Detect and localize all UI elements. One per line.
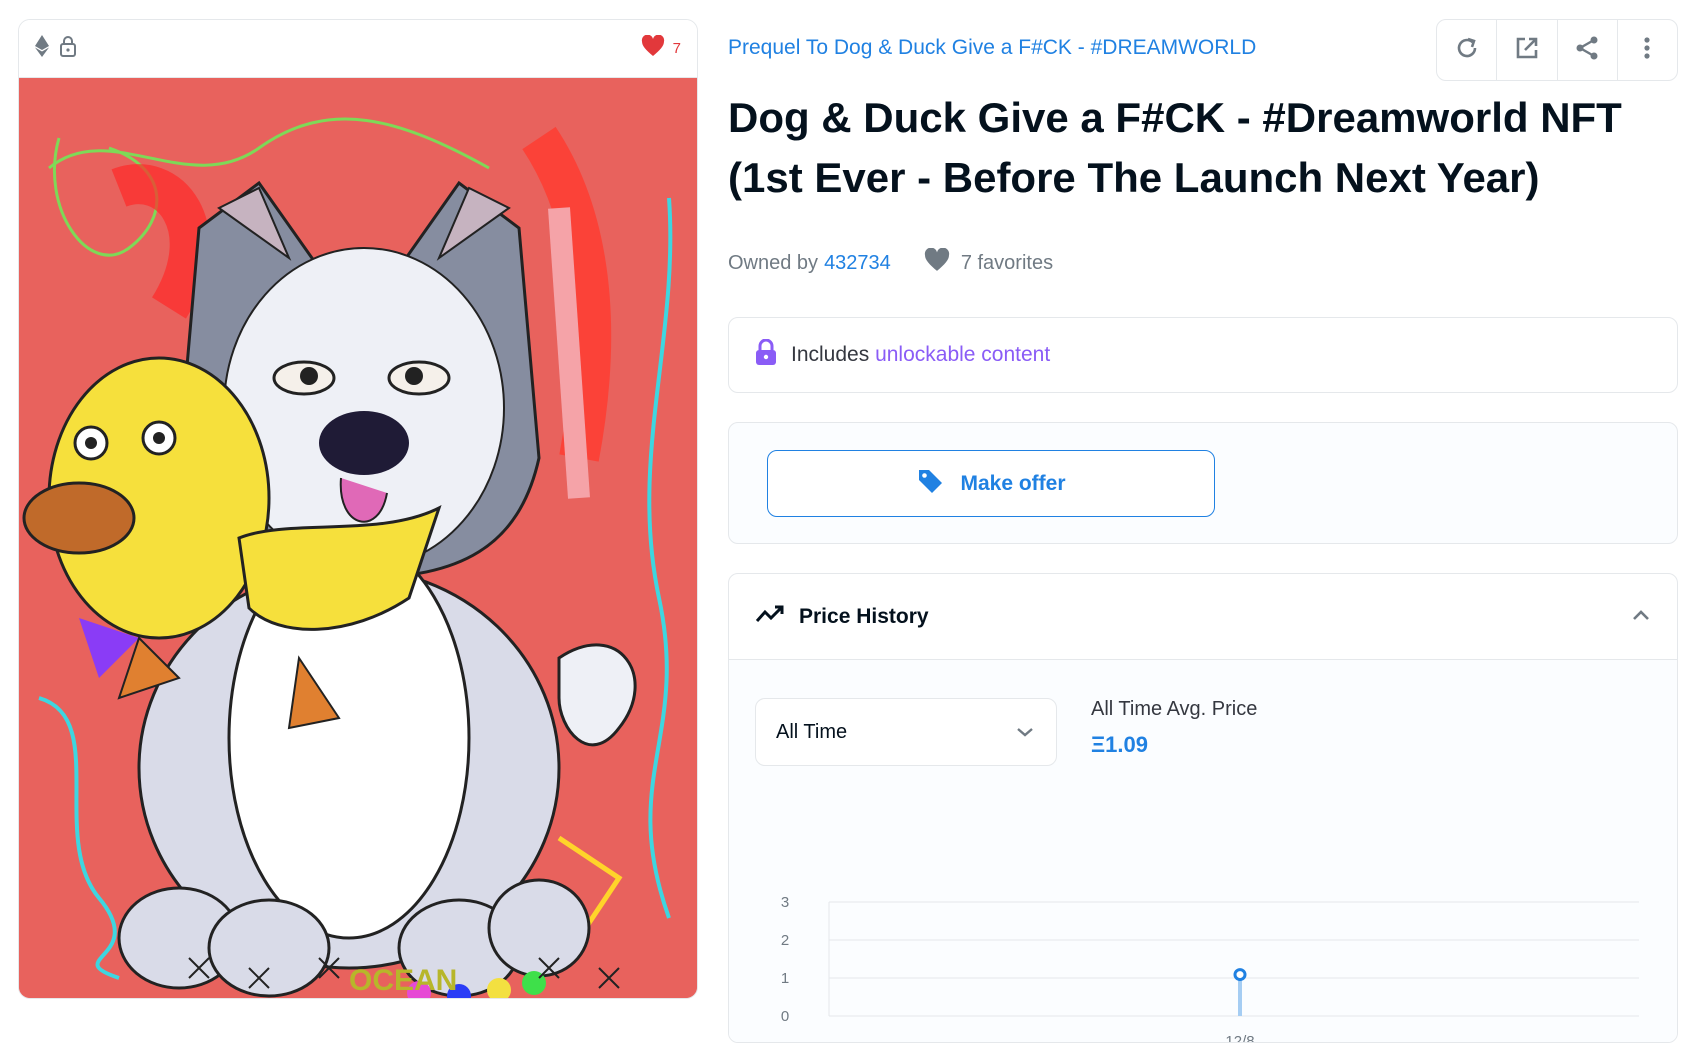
- price-point: [1233, 968, 1247, 982]
- asset-toolbar: [1436, 19, 1678, 81]
- more-options-button[interactable]: [1616, 20, 1677, 80]
- collection-link[interactable]: Prequel To Dog & Duck Give a F#CK - #DRE…: [728, 36, 1288, 60]
- share-button[interactable]: [1556, 20, 1617, 80]
- y-tick-label: 1: [781, 970, 789, 987]
- refresh-button[interactable]: [1437, 20, 1496, 80]
- unlockable-content-link[interactable]: unlockable content: [875, 343, 1050, 366]
- asset-title: Dog & Duck Give a F#CK - #Dreamworld NFT…: [728, 94, 1622, 201]
- favorites-count: 7 favorites: [960, 251, 1054, 274]
- share-icon: [1574, 35, 1600, 66]
- favorite-count: 7: [672, 40, 681, 57]
- favorite-button[interactable]: 7: [641, 34, 681, 62]
- ethereum-icon: [35, 35, 49, 62]
- unlockable-prefix: Includes: [791, 343, 870, 366]
- tag-icon: [916, 467, 944, 501]
- make-offer-button[interactable]: Make offer: [767, 450, 1215, 517]
- lock-icon: [755, 338, 777, 371]
- time-range-select[interactable]: All Time: [755, 698, 1057, 766]
- unlockable-content-notice: Includes unlockable content: [728, 317, 1678, 393]
- x-tick-label: 12/8: [1225, 1033, 1254, 1043]
- refresh-icon: [1454, 35, 1480, 66]
- owner-link[interactable]: 432734: [824, 252, 891, 275]
- heart-icon: [641, 34, 665, 62]
- external-link-button[interactable]: [1496, 20, 1556, 80]
- heart-icon: [923, 247, 951, 278]
- asset-card-header: 7: [19, 20, 697, 78]
- artwork-signature: OCEAN: [349, 964, 457, 997]
- more-icon: [1643, 36, 1651, 65]
- offer-panel: Make offer: [728, 422, 1678, 544]
- price-history-panel: Price History 0 1 2 3 12/8 All Time All Time…: [728, 573, 1678, 1043]
- price-history-body: 0 1 2 3 12/8 All Time All Time Avg. Price Ξ1…: [729, 660, 1677, 1043]
- average-price-label: All Time Avg. Price: [1091, 698, 1258, 720]
- owner-label: Owned by: [728, 251, 819, 274]
- chevron-down-icon: [1016, 721, 1034, 744]
- price-history-title: Price History: [799, 604, 929, 628]
- make-offer-label: Make offer: [960, 471, 1066, 495]
- time-range-value: All Time: [776, 720, 848, 743]
- y-tick-label: 2: [781, 932, 789, 949]
- favorites-summary: 7 favorites: [923, 247, 1054, 278]
- asset-card: 7 OCEAN: [18, 19, 698, 999]
- lock-icon: [59, 35, 77, 62]
- chevron-up-icon[interactable]: [1631, 608, 1651, 626]
- y-tick-label: 3: [781, 894, 789, 911]
- owner-row: Owned by 432734 7 favorites: [728, 247, 1054, 278]
- average-price-value: Ξ1.09: [1091, 732, 1148, 757]
- trending-icon: [755, 604, 785, 629]
- nft-artwork: OCEAN: [19, 78, 697, 998]
- price-history-header[interactable]: Price History: [729, 574, 1677, 660]
- external-link-icon: [1514, 35, 1540, 66]
- y-tick-label: 0: [781, 1008, 789, 1025]
